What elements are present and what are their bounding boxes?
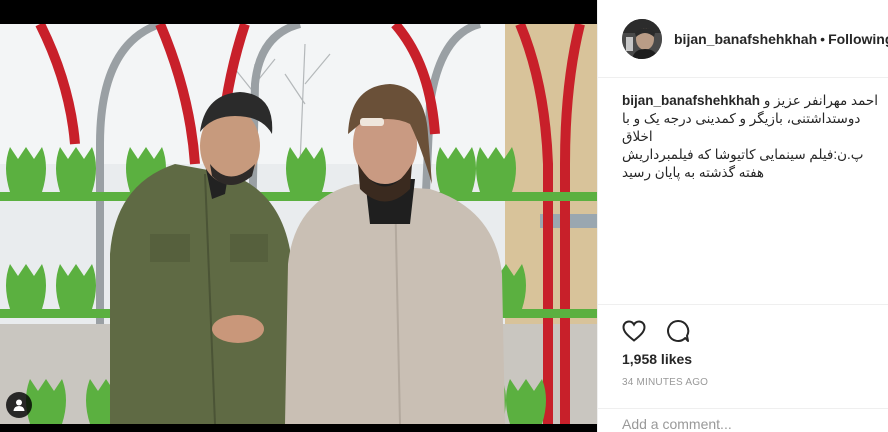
post-caption: bijan_banafshehkhah احمد مهرانفر عزیز و … — [622, 92, 882, 182]
caption-line: اخلاق — [622, 129, 653, 144]
heart-icon[interactable] — [620, 317, 648, 345]
action-icons — [620, 317, 692, 345]
caption-line: احمد مهرانفر عزیز و — [763, 93, 878, 108]
post-photo[interactable] — [0, 0, 597, 432]
comment-input[interactable] — [622, 413, 862, 432]
post-timestamp[interactable]: 34 MINUTES AGO — [622, 377, 708, 388]
following-button[interactable]: Following — [828, 31, 888, 47]
caption-line: دوستداشتنی، بازیگر و کمدینی درجه یک و با — [622, 111, 861, 126]
instagram-post-view: bijan_banafshehkhah • Following bijan_bana… — [0, 0, 888, 432]
caption-first-line: bijan_banafshehkhah احمد مهرانفر عزیز و — [622, 92, 882, 110]
post-image — [0, 24, 597, 424]
header-text: bijan_banafshehkhah • Following — [674, 31, 888, 47]
likes-count[interactable]: 1,958 likes — [622, 351, 692, 367]
post-header: bijan_banafshehkhah • Following — [598, 0, 888, 78]
caption-username[interactable]: bijan_banafshehkhah — [622, 93, 760, 108]
comment-icon[interactable] — [664, 317, 692, 345]
post-actions: 1,958 likes 34 MINUTES AGO — [598, 304, 888, 408]
header-separator: • — [820, 30, 826, 47]
photo-letterbox-top — [0, 0, 597, 24]
tagged-people-icon[interactable] — [6, 392, 32, 418]
caption-line: هفته گذشته به پایان رسید — [622, 165, 765, 180]
avatar[interactable] — [622, 18, 662, 59]
comment-section — [598, 408, 888, 432]
photo-letterbox-bottom — [0, 424, 597, 432]
post-details-panel: bijan_banafshehkhah • Following bijan_bana… — [597, 0, 888, 432]
header-username[interactable]: bijan_banafshehkhah — [674, 31, 817, 47]
caption-line: پ.ن:فیلم سینمایی کاتیوشا که فیلمبرداریش — [622, 147, 864, 162]
